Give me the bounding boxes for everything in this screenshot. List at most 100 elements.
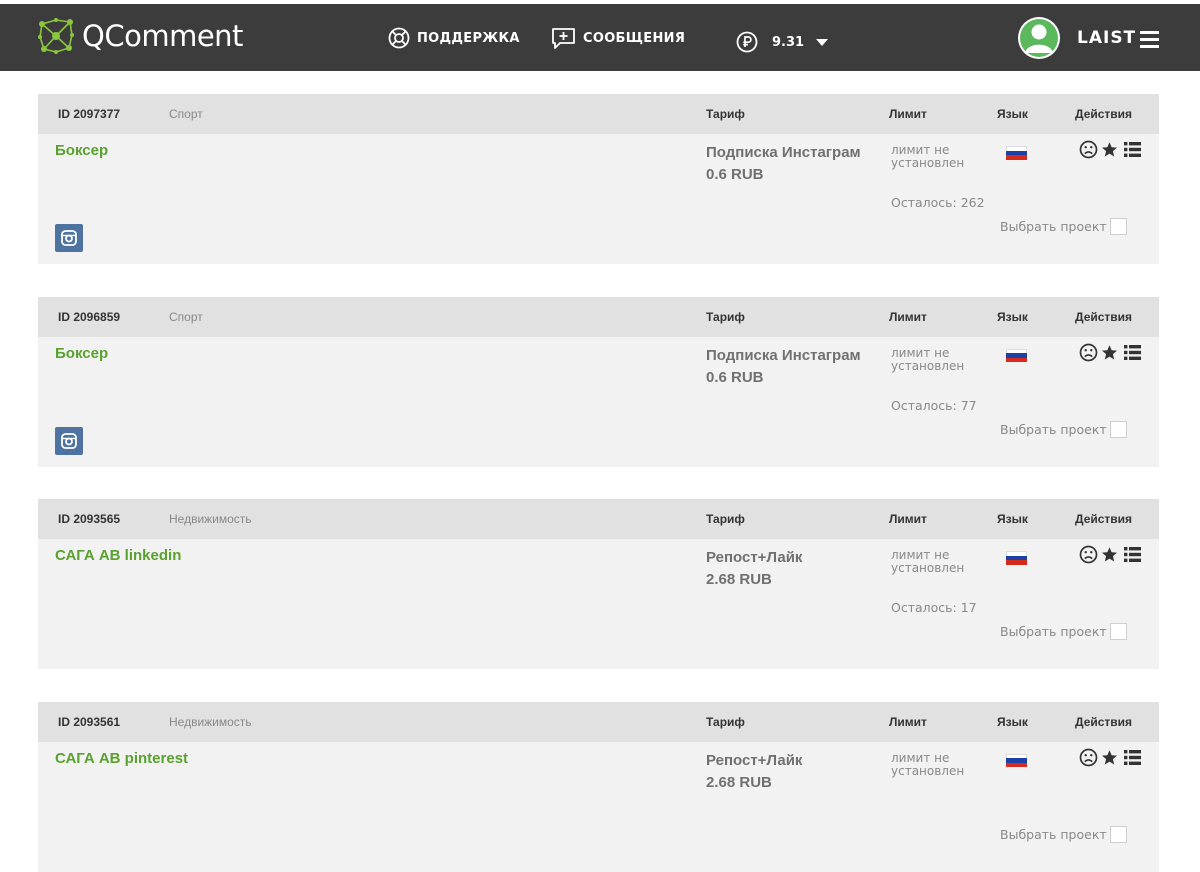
- project-name-link[interactable]: Боксер: [55, 345, 108, 362]
- lifebuoy-icon: [388, 27, 410, 49]
- sad-face-icon[interactable]: [1079, 343, 1098, 362]
- project-card-header: ID 2097377 Спорт Тариф Лимит Язык Действ…: [38, 94, 1159, 134]
- star-icon[interactable]: [1101, 546, 1118, 563]
- support-label: ПОДДЕРЖКА: [417, 30, 520, 46]
- language-column-header: Язык: [997, 714, 1028, 729]
- select-project-checkbox[interactable]: [1109, 623, 1127, 640]
- select-project[interactable]: Выбрать проект: [1000, 623, 1127, 640]
- limit-status: лимит не установлен: [891, 144, 981, 170]
- message-plus-icon: [552, 27, 575, 49]
- project-card-header: ID 2096859 Спорт Тариф Лимит Язык Действ…: [38, 296, 1159, 337]
- support-link[interactable]: ПОДДЕРЖКА: [388, 24, 520, 52]
- balance-dropdown[interactable]: 9.31: [736, 30, 829, 54]
- actions-column-header: Действия: [1075, 714, 1133, 729]
- logo[interactable]: QComment: [36, 16, 243, 56]
- select-project-label: Выбрать проект: [1000, 826, 1107, 842]
- tariff-name: Репост+Лайк: [706, 751, 803, 769]
- sad-face-icon[interactable]: [1079, 545, 1098, 564]
- russia-flag-icon[interactable]: [1006, 551, 1027, 565]
- project-id: ID 2093561: [58, 714, 121, 729]
- project-name-link[interactable]: САГА АВ linkedin: [55, 547, 181, 564]
- remaining-count: Осталось: 77: [891, 397, 977, 413]
- list-icon[interactable]: [1124, 141, 1141, 158]
- tariff-column-header: Тариф: [706, 714, 745, 729]
- limit-line-2: установлен: [891, 156, 965, 170]
- avatar[interactable]: [1018, 17, 1060, 59]
- language-column-header: Язык: [997, 512, 1028, 526]
- limit-line-2: установлен: [891, 358, 965, 373]
- project-tariff: Подписка Инстаграм 0.6 RUB: [706, 142, 861, 186]
- project-tariff: Подписка Инстаграм 0.6 RUB: [706, 345, 861, 389]
- select-project-checkbox[interactable]: [1109, 420, 1127, 438]
- sad-face-icon[interactable]: [1079, 748, 1098, 767]
- remaining-count: Осталось: 262: [891, 195, 985, 210]
- limit-column-header: Лимит: [889, 512, 927, 526]
- limit-column-header: Лимит: [889, 309, 927, 324]
- select-project[interactable]: Выбрать проект: [1000, 218, 1127, 235]
- tariff-price: 0.6 RUB: [706, 166, 764, 183]
- limit-line-1: лимит не: [891, 750, 950, 765]
- limit-status: лимит не установлен: [891, 750, 981, 778]
- select-project-label: Выбрать проект: [1000, 219, 1107, 234]
- hamburger-menu-icon[interactable]: [1140, 31, 1159, 48]
- limit-status: лимит не установлен: [891, 345, 981, 373]
- russia-flag-icon[interactable]: [1006, 348, 1027, 363]
- tariff-name: Подписка Инстаграм: [706, 346, 861, 364]
- tariff-price: 0.6 RUB: [706, 368, 764, 386]
- limit-column-header: Лимит: [889, 714, 927, 729]
- network-logo-icon: [38, 18, 74, 54]
- limit-status: лимит не установлен: [891, 549, 981, 575]
- list-icon[interactable]: [1124, 344, 1141, 361]
- limit-line-1: лимит не: [891, 345, 950, 360]
- select-project[interactable]: Выбрать проект: [1000, 825, 1127, 843]
- select-project[interactable]: Выбрать проект: [1000, 420, 1127, 438]
- tariff-name: Подписка Инстаграм: [706, 144, 861, 161]
- instagram-icon[interactable]: [55, 224, 83, 252]
- user-avatar-icon: [1020, 19, 1058, 57]
- project-actions: [1079, 748, 1141, 767]
- project-name-link[interactable]: САГА АВ pinterest: [55, 750, 188, 767]
- russia-flag-icon[interactable]: [1006, 753, 1027, 768]
- list-icon[interactable]: [1124, 546, 1141, 563]
- project-card: ID 2096859 Спорт Тариф Лимит Язык Действ…: [38, 296, 1159, 467]
- select-project-checkbox[interactable]: [1109, 825, 1127, 843]
- list-icon[interactable]: [1124, 749, 1141, 766]
- tariff-column-header: Тариф: [706, 309, 745, 324]
- project-tariff: Репост+Лайк 2.68 RUB: [706, 547, 802, 591]
- project-card-header: ID 2093565 Недвижимость Тариф Лимит Язык…: [38, 499, 1159, 539]
- language-column-header: Язык: [997, 309, 1028, 324]
- balance-amount: 9.31: [772, 34, 805, 50]
- messages-label: СООБЩЕНИЯ: [583, 30, 686, 46]
- select-project-checkbox[interactable]: [1109, 218, 1127, 235]
- star-icon[interactable]: [1101, 749, 1118, 766]
- project-category: Недвижимость: [169, 714, 252, 729]
- project-card: ID 2093561 Недвижимость Тариф Лимит Язык…: [38, 701, 1159, 872]
- star-icon[interactable]: [1101, 141, 1118, 158]
- instagram-icon[interactable]: [55, 426, 83, 455]
- ruble-icon: [736, 31, 758, 53]
- messages-link[interactable]: СООБЩЕНИЯ: [551, 24, 685, 52]
- caret-down-icon: [816, 38, 829, 46]
- select-project-label: Выбрать проект: [1000, 624, 1107, 639]
- sad-face-icon[interactable]: [1079, 140, 1098, 159]
- project-actions: [1079, 545, 1141, 564]
- actions-column-header: Действия: [1075, 309, 1133, 324]
- limit-line-2: установлен: [891, 561, 965, 575]
- logo-text: QComment: [82, 19, 243, 53]
- star-icon[interactable]: [1101, 344, 1118, 361]
- project-name-link[interactable]: Боксер: [55, 142, 108, 159]
- language-column-header: Язык: [997, 107, 1028, 121]
- limit-column-header: Лимит: [889, 107, 927, 121]
- project-id: ID 2097377: [58, 107, 121, 121]
- username[interactable]: LAIST: [1077, 28, 1136, 48]
- tariff-price: 2.68 RUB: [706, 571, 772, 588]
- actions-column-header: Действия: [1075, 512, 1133, 526]
- project-id: ID 2096859: [58, 309, 121, 324]
- project-id: ID 2093565: [58, 512, 121, 526]
- tariff-price: 2.68 RUB: [706, 773, 772, 791]
- russia-flag-icon[interactable]: [1006, 146, 1027, 160]
- project-card: ID 2097377 Спорт Тариф Лимит Язык Действ…: [38, 94, 1159, 264]
- remaining-count: Осталось: 17: [891, 600, 977, 615]
- project-category: Спорт: [169, 309, 203, 324]
- project-card-header: ID 2093561 Недвижимость Тариф Лимит Язык…: [38, 701, 1159, 742]
